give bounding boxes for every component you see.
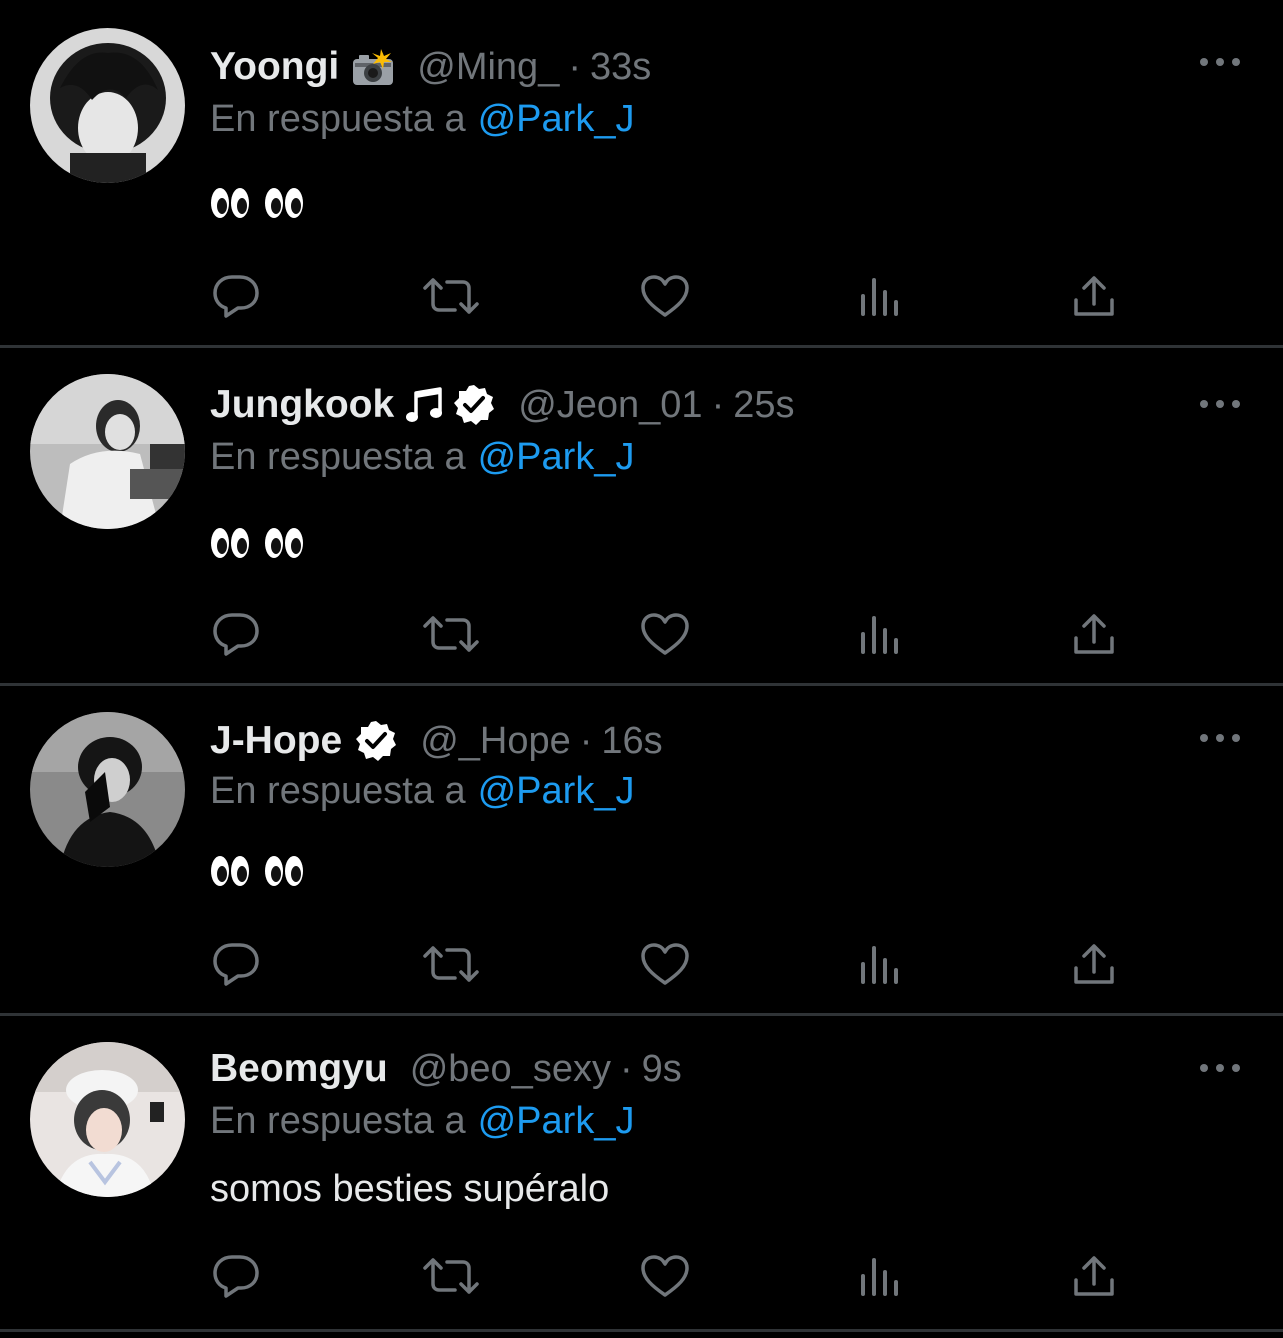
like-icon[interactable]	[637, 936, 693, 992]
camera-flash-icon	[351, 47, 395, 87]
reply-context: En respuesta a @Park_J	[210, 1100, 634, 1143]
more-options-icon[interactable]	[1200, 52, 1240, 72]
timestamp[interactable]: 16s	[601, 720, 662, 763]
eyes-icon	[210, 186, 250, 220]
eyes-icon	[264, 186, 304, 220]
views-icon[interactable]	[852, 936, 908, 992]
more-options-icon[interactable]	[1200, 1058, 1240, 1078]
timestamp[interactable]: 9s	[642, 1048, 682, 1091]
retweet-icon[interactable]	[423, 1248, 479, 1304]
like-icon[interactable]	[637, 1248, 693, 1304]
retweet-icon[interactable]	[423, 268, 479, 324]
verified-badge-icon[interactable]	[452, 383, 496, 427]
display-name[interactable]: Yoongi	[210, 45, 339, 89]
reply-prefix: En respuesta a	[210, 98, 466, 140]
tweet[interactable]: J-Hope @_Hope · 16s En respuesta a @Park_…	[0, 686, 1283, 1016]
share-icon[interactable]	[1066, 1248, 1122, 1304]
share-icon[interactable]	[1066, 606, 1122, 662]
tweet-actions	[0, 1248, 1283, 1308]
views-icon[interactable]	[852, 606, 908, 662]
retweet-icon[interactable]	[423, 936, 479, 992]
tweet[interactable]: Beomgyu @beo_sexy · 9s En respuesta a @Pa…	[0, 1016, 1283, 1332]
user-handle[interactable]: @Jeon_01	[518, 384, 702, 427]
timestamp[interactable]: 33s	[590, 46, 651, 89]
display-name[interactable]: J-Hope	[210, 719, 342, 763]
views-icon[interactable]	[852, 268, 908, 324]
separator-dot: ·	[711, 383, 725, 426]
reply-icon[interactable]	[208, 936, 264, 992]
tweet-actions	[0, 936, 1283, 996]
user-handle[interactable]: @beo_sexy	[410, 1048, 611, 1091]
reply-mention-link[interactable]: @Park_J	[478, 98, 635, 140]
like-icon[interactable]	[637, 268, 693, 324]
tweet[interactable]: Yoongi @Ming_ · 33s En respuesta a @Park_…	[0, 0, 1283, 348]
tweet-text: somos besties supéralo	[210, 1168, 610, 1210]
separator-dot: ·	[619, 1047, 633, 1090]
eyes-emoji-text	[210, 186, 304, 220]
avatar[interactable]	[30, 374, 185, 529]
reply-prefix: En respuesta a	[210, 770, 466, 812]
eyes-icon	[210, 526, 250, 560]
separator-dot: ·	[568, 45, 581, 88]
reply-context: En respuesta a @Park_J	[210, 770, 634, 813]
share-icon[interactable]	[1066, 936, 1122, 992]
music-note-icon	[406, 385, 444, 425]
reply-context: En respuesta a @Park_J	[210, 98, 634, 141]
reply-mention-link[interactable]: @Park_J	[478, 436, 635, 478]
reply-icon[interactable]	[208, 268, 264, 324]
tweet-actions	[0, 268, 1283, 328]
tweet[interactable]: Jungkook @Jeon_01 · 25s En respuesta a @P…	[0, 348, 1283, 686]
user-handle[interactable]: @Ming_	[417, 46, 559, 89]
reply-context: En respuesta a @Park_J	[210, 436, 634, 479]
reply-prefix: En respuesta a	[210, 436, 466, 478]
reply-icon[interactable]	[208, 1248, 264, 1304]
eyes-icon	[210, 854, 250, 888]
reply-mention-link[interactable]: @Park_J	[478, 770, 635, 812]
avatar[interactable]	[30, 28, 185, 183]
like-icon[interactable]	[637, 606, 693, 662]
more-options-icon[interactable]	[1200, 728, 1240, 748]
reply-mention-link[interactable]: @Park_J	[478, 1100, 635, 1142]
reply-prefix: En respuesta a	[210, 1100, 466, 1142]
timestamp[interactable]: 25s	[733, 384, 794, 427]
separator-dot: ·	[579, 719, 593, 762]
views-icon[interactable]	[852, 1248, 908, 1304]
avatar[interactable]	[30, 1042, 185, 1197]
share-icon[interactable]	[1066, 268, 1122, 324]
display-name[interactable]: Jungkook	[210, 383, 394, 427]
reply-icon[interactable]	[208, 606, 264, 662]
eyes-emoji-text	[210, 854, 304, 888]
retweet-icon[interactable]	[423, 606, 479, 662]
user-handle[interactable]: @_Hope	[420, 720, 571, 763]
avatar[interactable]	[30, 712, 185, 867]
eyes-icon	[264, 526, 304, 560]
verified-badge-icon[interactable]	[354, 719, 398, 763]
tweet-actions	[0, 606, 1283, 666]
eyes-icon	[264, 854, 304, 888]
more-options-icon[interactable]	[1200, 394, 1240, 414]
eyes-emoji-text	[210, 526, 304, 560]
display-name[interactable]: Beomgyu	[210, 1047, 388, 1091]
